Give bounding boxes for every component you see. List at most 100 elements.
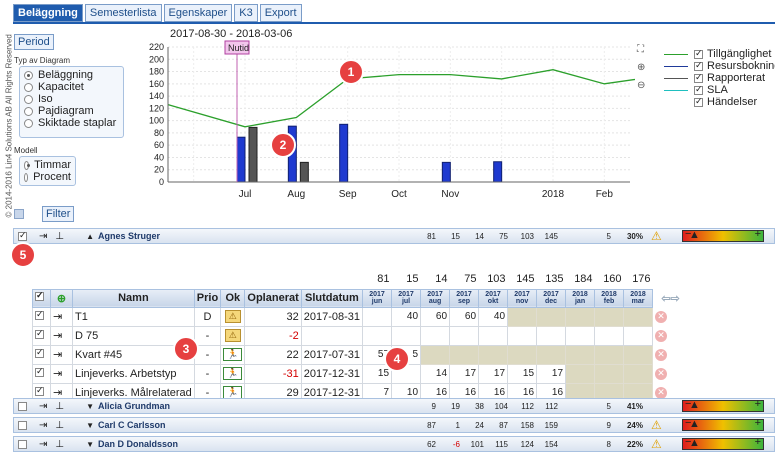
capacity-gauge[interactable]: − ▲ + [682, 228, 764, 242]
move-icon[interactable]: ⇥ [39, 439, 47, 450]
radio-icon[interactable] [24, 82, 33, 92]
month-cell[interactable] [507, 325, 538, 346]
filter-button[interactable]: Filter [42, 206, 75, 222]
radio-icon[interactable] [24, 106, 33, 116]
month-cell[interactable]: 17 [536, 363, 567, 384]
month-cell[interactable] [449, 325, 480, 346]
month-cell[interactable]: 40 [391, 306, 422, 327]
row-checkbox[interactable] [32, 306, 51, 327]
legend-checkbox[interactable] [694, 84, 703, 95]
checkbox-icon[interactable] [35, 385, 44, 396]
row-checkbox[interactable] [32, 325, 51, 346]
month-cell[interactable] [478, 325, 509, 346]
checkbox-icon[interactable] [35, 290, 44, 301]
select-all-checkbox-header[interactable] [32, 288, 51, 308]
row-checkbox[interactable] [18, 420, 27, 430]
capacity-gauge[interactable]: − ▲ + [682, 417, 764, 431]
legend-checkbox[interactable] [694, 48, 703, 59]
month-cell[interactable] [420, 325, 451, 346]
month-cell[interactable]: 40 [478, 306, 509, 327]
model-option-procent[interactable]: Procent [24, 171, 71, 183]
delete-icon[interactable]: ✕ [655, 329, 668, 342]
plus-icon[interactable]: + [755, 228, 761, 240]
month-cell[interactable] [594, 325, 625, 346]
move-icon[interactable]: ⇥ [39, 401, 47, 412]
move-icon[interactable]: ⇥ [50, 363, 73, 384]
delete-row-button[interactable]: ✕ [653, 326, 689, 345]
legend-item-rapporterat[interactable]: Rapporterat [664, 72, 775, 84]
chart-type-option-belaggning[interactable]: Beläggning [24, 69, 119, 81]
period-button[interactable]: Period [14, 34, 54, 50]
delete-row-button[interactable]: ✕ [653, 307, 689, 326]
move-icon[interactable]: ⇥ [50, 344, 73, 365]
month-cell[interactable]: 60 [449, 306, 480, 327]
delete-row-button[interactable]: ✕ [653, 345, 689, 364]
table-row[interactable]: ⇥Linjeverks. Arbetstyp-🏃-312017-12-31151… [32, 363, 689, 384]
month-cell[interactable] [565, 325, 596, 346]
capacity-gauge[interactable]: − ▲ + [682, 436, 764, 450]
legend-item-resursbokning[interactable]: Resursbokning [664, 60, 775, 72]
delete-row-button[interactable]: ✕ [653, 364, 689, 383]
month-cell[interactable] [391, 325, 422, 346]
group-row-agnes-struger[interactable]: ⇥ ⊥ ▲ Agnes Struger 81 15 14 75 103 145 … [13, 228, 775, 244]
delete-icon[interactable]: ✕ [655, 348, 668, 361]
checkbox-icon[interactable] [35, 328, 44, 339]
checkbox-icon[interactable] [35, 309, 44, 320]
month-cell[interactable]: 60 [420, 306, 451, 327]
legend-checkbox[interactable] [694, 60, 703, 71]
fullscreen-icon[interactable]: ⛶ [637, 44, 645, 55]
scroll-arrows-icon[interactable]: ⇦⇨ [653, 289, 689, 307]
month-cell[interactable] [362, 325, 393, 346]
row-checkbox[interactable] [32, 363, 51, 384]
group-row-dan-d-donaldsson[interactable]: ⇥ ⊥ ▼ Dan D Donaldsson 62 -6 101 115 124… [13, 436, 775, 452]
capacity-gauge[interactable]: − ▲ + [682, 398, 764, 412]
move-icon[interactable]: ⇥ [50, 325, 73, 346]
row-checkbox[interactable] [18, 401, 27, 411]
warning-icon[interactable]: ⚠ [224, 329, 241, 342]
delete-icon[interactable]: ✕ [655, 310, 668, 323]
select-all-toggle[interactable] [14, 209, 24, 219]
row-checkbox[interactable] [32, 344, 51, 365]
table-row[interactable]: ⇥Kvart #45-🏃222017-07-31575✕ [32, 344, 689, 365]
month-cell[interactable] [362, 306, 393, 327]
row-checkbox[interactable] [18, 230, 27, 241]
tab-belaggning[interactable]: Beläggning [13, 4, 83, 22]
expand-icon[interactable]: ▼ [86, 402, 94, 411]
chart-type-option-iso[interactable]: Iso [24, 93, 119, 105]
radio-icon[interactable] [24, 118, 33, 128]
delete-icon[interactable]: ✕ [655, 386, 668, 399]
collapse-icon[interactable]: ▲ [86, 232, 94, 241]
checkbox-icon[interactable] [35, 366, 44, 377]
plus-icon[interactable]: + [755, 417, 761, 429]
month-cell[interactable]: 17 [478, 363, 509, 384]
radio-icon[interactable] [24, 172, 29, 182]
legend-item-tillganglighet[interactable]: Tillgänglighet [664, 48, 775, 60]
zoom-out-icon[interactable]: ⊖ [637, 80, 645, 91]
expand-icon[interactable]: ▼ [86, 421, 94, 430]
legend-checkbox[interactable] [694, 96, 703, 107]
radio-selected-icon[interactable] [24, 70, 33, 80]
running-person-icon[interactable]: 🏃 [223, 348, 243, 361]
move-icon[interactable]: ⇥ [50, 306, 73, 327]
chart-type-option-kapacitet[interactable]: Kapacitet [24, 81, 119, 93]
group-row-alicia-grundman[interactable]: ⇥ ⊥ ▼ Alicia Grundman 9 19 38 104 112 11… [13, 398, 775, 414]
add-assignment-icon[interactable]: ⊕ [50, 288, 73, 308]
month-cell[interactable]: 14 [420, 363, 451, 384]
row-checkbox[interactable] [18, 439, 27, 449]
legend-item-handelser[interactable]: Händelser [664, 96, 775, 108]
chart-type-option-skiktade-staplar[interactable]: Skiktade staplar [24, 117, 119, 129]
chart-toggle-icon[interactable]: ⊥ [55, 420, 64, 431]
group-row-carl-c-carlsson[interactable]: ⇥ ⊥ ▼ Carl C Carlsson 87 1 24 87 158 159… [13, 417, 775, 433]
zoom-in-icon[interactable]: ⊕ [637, 62, 645, 73]
month-cell[interactable]: 15 [507, 363, 538, 384]
delete-icon[interactable]: ✕ [655, 367, 668, 380]
move-icon[interactable]: ⇥ [39, 420, 47, 431]
running-person-icon[interactable]: 🏃 [223, 367, 243, 380]
month-cell[interactable] [623, 325, 654, 346]
table-row[interactable]: ⇥T1D⚠322017-08-3140606040✕ [32, 306, 689, 327]
month-cell[interactable] [536, 325, 567, 346]
chart-toggle-icon[interactable]: ⊥ [55, 231, 64, 242]
radio-icon[interactable] [24, 94, 33, 104]
chart-toggle-icon[interactable]: ⊥ [55, 439, 64, 450]
warning-icon[interactable]: ⚠ [224, 310, 241, 323]
